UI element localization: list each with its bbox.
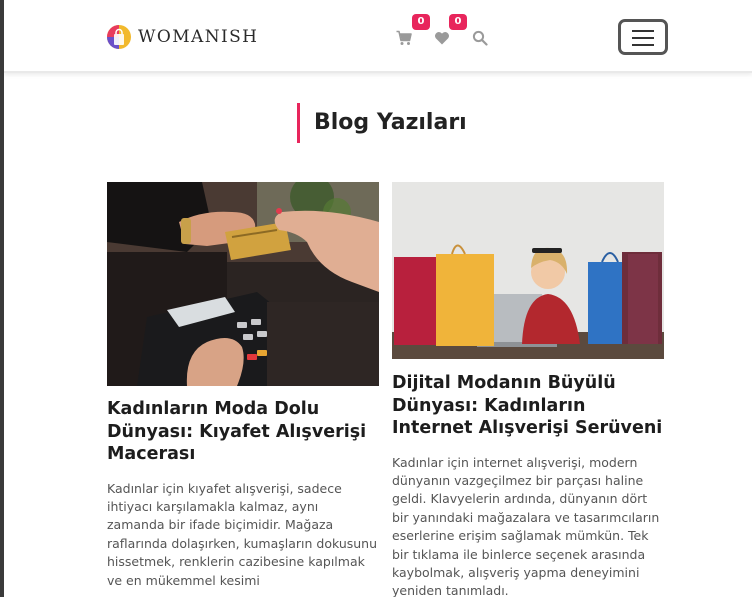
brand-link[interactable]: WOMANISH — [107, 25, 258, 49]
menu-icon-bar — [632, 37, 654, 39]
shopping-bag-logo-icon — [107, 25, 131, 49]
blog-card[interactable]: Kadınların Moda Dolu Dünyası: Kıyafet Al… — [107, 182, 379, 590]
card-payment-photo — [107, 182, 379, 386]
navbar: WOMANISH 0 0 — [4, 0, 752, 73]
card-title[interactable]: Dijital Modanın Büyülü Dünyası: Kadınlar… — [392, 372, 664, 440]
brand-name: WOMANISH — [138, 27, 259, 47]
search-icon — [472, 30, 488, 46]
card-excerpt: Kadınlar için internet alışverişi, moder… — [392, 454, 660, 597]
wishlist-count-badge: 0 — [449, 14, 467, 30]
cart-icon — [396, 30, 412, 45]
card-title[interactable]: Kadınların Moda Dolu Dünyası: Kıyafet Al… — [107, 398, 379, 466]
page-title: Blog Yazıları — [297, 103, 467, 143]
menu-toggle-button[interactable] — [618, 19, 668, 55]
page: WOMANISH 0 0 Blog Yazıları Kadınların Mo… — [4, 0, 752, 597]
heart-icon — [435, 32, 449, 45]
cart-count-badge: 0 — [412, 14, 430, 30]
blog-card[interactable]: Dijital Modanın Büyülü Dünyası: Kadınlar… — [392, 182, 664, 597]
menu-icon-bar — [632, 44, 654, 46]
card-excerpt: Kadınlar için kıyafet alışverişi, sadece… — [107, 480, 378, 588]
online-shopping-photo — [392, 182, 664, 359]
menu-icon-bar — [632, 30, 654, 32]
